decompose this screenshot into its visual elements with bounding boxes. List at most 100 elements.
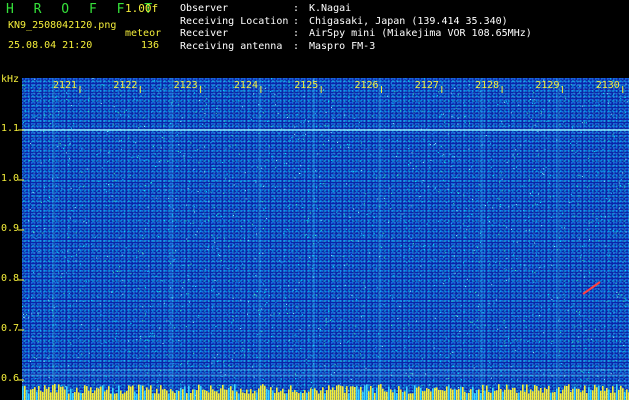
noise-speckle [207,246,209,248]
noise-floor-bar [294,390,296,400]
noise-speckle [455,315,457,316]
noise-speckle [115,367,117,369]
noise-speckle [341,108,343,110]
noise-speckle [30,360,31,362]
noise-speckle [580,195,582,197]
noise-floor-bar [130,386,132,400]
noise-speckle [506,100,508,102]
noise-speckle [305,233,307,235]
noise-speckle [429,384,431,386]
noise-speckle [296,351,298,353]
noise-speckle [184,153,186,155]
noise-speckle [393,275,395,277]
noise-speckle [506,226,508,228]
noise-speckle [23,316,25,318]
noise-speckle [187,293,189,295]
noise-speckle [478,228,480,230]
noise-speckle [551,343,553,345]
noise-speckle [446,222,448,224]
noise-speckle [410,290,411,292]
noise-speckle [194,281,196,283]
noise-speckle [229,180,231,182]
noise-speckle [535,230,537,232]
noise-speckle [140,338,142,340]
time-streak [312,78,315,400]
noise-speckle [295,378,297,380]
noise-speckle [463,311,465,313]
noise-speckle [81,171,83,173]
noise-speckle [72,388,74,390]
noise-speckle [538,315,540,317]
noise-speckle [285,297,286,299]
noise-speckle [490,166,492,168]
noise-floor-bar [330,389,332,400]
noise-speckle [253,344,254,345]
noise-speckle [403,257,405,258]
noise-speckle [224,178,226,180]
noise-speckle [445,312,447,314]
noise-speckle [296,113,298,115]
noise-speckle [231,384,233,386]
noise-floor-bar [326,390,328,400]
noise-speckle [227,268,229,269]
noise-speckle [595,225,596,227]
noise-speckle [440,361,442,363]
noise-speckle [320,329,321,330]
noise-speckle [320,219,322,221]
noise-speckle [180,383,182,385]
noise-floor-bar [286,393,288,400]
noise-speckle [47,299,49,301]
noise-floor-bar [72,393,74,400]
noise-floor-bar [192,389,194,400]
noise-speckle [463,134,465,136]
noise-speckle [298,282,300,284]
noise-speckle [98,264,100,266]
noise-speckle [416,240,418,242]
noise-speckle [217,361,219,363]
noise-speckle [48,358,50,360]
noise-speckle [475,354,477,356]
noise-speckle [268,355,269,357]
noise-speckle [31,313,33,315]
noise-speckle [210,142,212,144]
noise-speckle [114,338,116,340]
noise-speckle [303,179,305,181]
noise-speckle [576,381,578,383]
noise-speckle [533,282,535,283]
noise-speckle [433,347,435,349]
noise-speckle [610,301,612,303]
noise-speckle [626,101,628,103]
noise-speckle [205,269,207,271]
noise-speckle [213,362,215,364]
noise-floor-bar [600,390,602,400]
noise-speckle [390,379,392,381]
noise-speckle [101,343,103,345]
noise-speckle [596,104,598,106]
noise-speckle [56,199,58,201]
noise-speckle [601,219,603,220]
noise-speckle [433,379,435,381]
noise-speckle [344,114,346,116]
noise-speckle [119,216,121,218]
noise-speckle [545,137,547,139]
noise-floor-bar [560,393,562,400]
noise-speckle [266,302,268,303]
noise-speckle [133,98,135,100]
noise-speckle [299,257,301,259]
noise-speckle [74,220,76,222]
noise-speckle [519,164,521,166]
noise-speckle [429,205,431,207]
noise-speckle [281,378,282,380]
noise-speckle [570,306,572,308]
noise-speckle [266,218,268,219]
noise-speckle [185,326,187,328]
noise-speckle [193,331,195,333]
noise-speckle [434,94,436,96]
noise-floor-bar [604,391,606,400]
noise-speckle [111,195,113,197]
noise-speckle [69,217,71,219]
noise-speckle [361,316,362,318]
noise-speckle [509,190,511,192]
noise-speckle [625,158,627,160]
noise-speckle [67,260,69,262]
